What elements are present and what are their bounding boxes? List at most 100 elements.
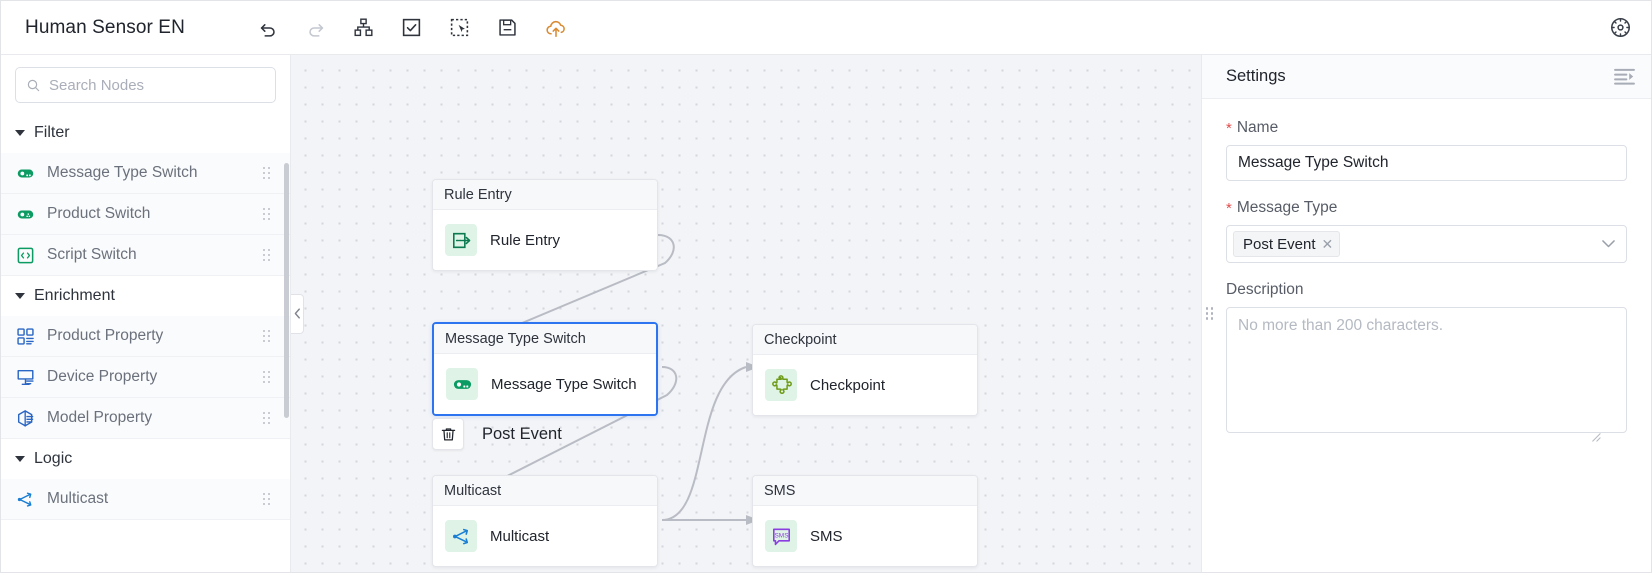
message-type-switch-icon (15, 163, 35, 183)
publish-button[interactable] (543, 15, 569, 41)
node-group-enrichment[interactable]: Enrichment (1, 276, 290, 316)
node-group-list[interactable]: Filter Message Type Switch Product Switc… (1, 113, 290, 572)
message-type-select[interactable]: Post Event ✕ (1226, 225, 1627, 263)
selected-node-toolbar: Post Event (432, 418, 562, 450)
top-toolbar: Human Sensor EN (1, 1, 1651, 55)
flow-canvas[interactable]: Rule Entry Rule Entry Message Type Switc… (291, 55, 1201, 572)
chevron-down-icon (15, 456, 25, 462)
flow-node-sms[interactable]: SMS SMS SMS (752, 475, 978, 567)
palette-item-script-switch[interactable]: Script Switch (1, 235, 290, 276)
flow-node-header: Message Type Switch (434, 324, 656, 354)
search-input[interactable] (49, 76, 265, 94)
palette-item-multicast[interactable]: Multicast (1, 479, 290, 520)
search-nodes-box[interactable] (15, 67, 276, 103)
validate-button[interactable] (399, 15, 425, 41)
multicast-icon (445, 520, 477, 552)
page-title: Human Sensor EN (25, 16, 185, 38)
box-select-button[interactable] (447, 15, 473, 41)
flow-node-message-type-switch[interactable]: Message Type Switch Message Type Switch (432, 322, 658, 416)
description-textarea[interactable] (1226, 307, 1627, 433)
flow-node-title: Checkpoint (810, 376, 886, 394)
device-property-icon (15, 367, 35, 387)
redo-button[interactable] (303, 15, 329, 41)
auto-layout-icon (354, 18, 373, 37)
palette-item-label: Product Property (47, 327, 164, 344)
node-group-filter[interactable]: Filter (1, 113, 290, 153)
required-asterisk: * (1226, 119, 1232, 137)
palette-item-label: Model Property (47, 409, 153, 426)
flow-node-body: Message Type Switch (434, 354, 656, 414)
cloud-upload-icon (546, 20, 565, 37)
palette-item-message-type-switch[interactable]: Message Type Switch (1, 153, 290, 194)
settings-header: Settings (1202, 55, 1651, 99)
drag-handle-icon[interactable] (262, 492, 274, 506)
palette-scrollbar[interactable] (284, 163, 289, 418)
field-description-label: Description (1226, 281, 1627, 299)
checkbox-check-icon (403, 18, 421, 37)
auto-layout-button[interactable] (351, 15, 377, 41)
multicast-icon (15, 489, 35, 509)
node-group-logic[interactable]: Logic (1, 439, 290, 479)
field-message-type-label: * Message Type (1226, 199, 1627, 217)
drag-handle-icon[interactable] (262, 370, 274, 384)
script-switch-icon (15, 245, 35, 265)
drag-handle-icon[interactable] (262, 411, 274, 425)
rule-engine-designer: Human Sensor EN Search Nodes Filter Mess… (0, 0, 1652, 573)
field-name-label: * Name (1226, 119, 1627, 137)
node-palette: Filter Message Type Switch (1, 55, 291, 572)
search-icon (26, 78, 41, 93)
chevron-down-icon[interactable] (1602, 240, 1615, 249)
field-description: Description (1226, 281, 1627, 442)
flow-node-body: Multicast (433, 506, 657, 566)
flow-node-body: Rule Entry (433, 210, 657, 270)
field-name: * Name (1226, 119, 1627, 181)
workspace: Filter Message Type Switch (1, 55, 1651, 572)
flow-node-title: SMS (810, 527, 843, 545)
checkpoint-icon (765, 369, 797, 401)
palette-item-device-property[interactable]: Device Property (1, 357, 290, 398)
required-asterisk: * (1226, 199, 1232, 217)
flow-node-header: Multicast (433, 476, 657, 506)
flow-node-body: SMS SMS (753, 506, 977, 566)
drag-handle-icon[interactable] (262, 207, 274, 221)
edge-label-post-event: Post Event (482, 424, 562, 443)
node-group-label: Enrichment (34, 287, 115, 304)
tag-remove-icon[interactable]: ✕ (1322, 237, 1334, 251)
header-right-actions (1607, 15, 1633, 41)
settings-gear-button[interactable] (1607, 15, 1633, 41)
selected-tag[interactable]: Post Event ✕ (1233, 231, 1341, 257)
palette-item-product-property[interactable]: Product Property (1, 316, 290, 357)
flow-node-checkpoint[interactable]: Checkpoint Checkpoint (752, 324, 978, 416)
panel-resize-handle[interactable] (1205, 307, 1214, 321)
flow-node-title: Multicast (490, 527, 550, 545)
name-input[interactable] (1226, 145, 1627, 181)
flow-node-title: Message Type Switch (491, 375, 637, 393)
flow-node-header: SMS (753, 476, 977, 506)
chevron-left-icon (294, 308, 300, 319)
product-switch-icon (15, 204, 35, 224)
field-label-text: Description (1226, 281, 1304, 298)
model-property-icon (15, 408, 35, 428)
drag-handle-icon[interactable] (262, 329, 274, 343)
drag-handle-icon[interactable] (262, 166, 274, 180)
undo-button[interactable] (255, 15, 281, 41)
palette-item-label: Product Switch (47, 205, 151, 222)
settings-title: Settings (1226, 67, 1286, 85)
palette-item-product-switch[interactable]: Product Switch (1, 194, 290, 235)
palette-item-model-property[interactable]: Model Property (1, 398, 290, 439)
flow-node-rule-entry[interactable]: Rule Entry Rule Entry (432, 179, 658, 271)
collapse-palette-button[interactable] (291, 293, 304, 334)
save-disk-icon (499, 19, 517, 36)
drag-handle-icon[interactable] (262, 248, 274, 262)
flow-node-multicast[interactable]: Multicast Multicast (432, 475, 658, 567)
field-label-text: Name (1236, 119, 1279, 136)
panel-toggle-button[interactable] (1614, 68, 1635, 85)
palette-item-label: Message Type Switch (47, 164, 198, 181)
settings-gear-icon (1610, 18, 1630, 37)
save-button[interactable] (495, 15, 521, 41)
settings-panel: Settings * Name Message Type Switch * Me… (1201, 55, 1651, 572)
delete-node-button[interactable] (432, 418, 464, 450)
flow-node-title: Rule Entry (490, 231, 561, 249)
trash-icon (441, 427, 455, 441)
flow-node-header: Checkpoint (753, 325, 977, 355)
